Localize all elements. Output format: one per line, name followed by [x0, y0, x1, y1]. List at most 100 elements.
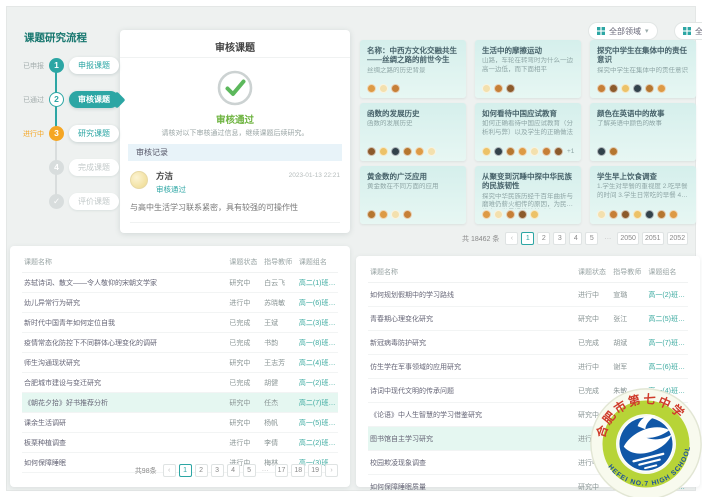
- topic-group-link[interactable]: 高一(7)班202…: [646, 331, 688, 355]
- next-page-button[interactable]: ›: [325, 464, 338, 477]
- topic-card[interactable]: 颜色在英语中的故事了解英语中颜色的故事: [590, 103, 696, 161]
- table-row[interactable]: 青春期心理变化研究研究中张江高二(5)班202…: [368, 307, 688, 331]
- topic-card-members: +1: [482, 147, 574, 156]
- table-row[interactable]: 课余生活调研研究中杨帆高一(5)班202…: [22, 413, 338, 433]
- page-button-19[interactable]: 19: [308, 464, 322, 477]
- step-pill-1[interactable]: 申报课题: [69, 57, 119, 74]
- page-button-4[interactable]: 4: [227, 464, 240, 477]
- page-button-2050[interactable]: 2050: [617, 232, 639, 245]
- page-button-5[interactable]: 5: [243, 464, 256, 477]
- page-button-3[interactable]: 3: [553, 232, 566, 245]
- table-row[interactable]: 疫情常态化防控下不同群体心理变化的调研已完成书韵高一(8)班202…: [22, 333, 338, 353]
- topic-group-link[interactable]: 高二(4)班202…: [297, 353, 338, 373]
- topic-name-cell: 诗词中现代文明的传承问题: [368, 379, 576, 403]
- topic-group-link[interactable]: 高一(8)班202…: [297, 333, 338, 353]
- table-row[interactable]: 新时代中国青年如何定位自我已完成王斌高二(3)班202…: [22, 313, 338, 333]
- table-row[interactable]: 板栗种植调查进行中李倩高二(2)班202…: [22, 433, 338, 453]
- step-pill-3[interactable]: 研究课题: [69, 125, 119, 142]
- column-header: 课题组名: [297, 252, 338, 273]
- success-check-icon: [217, 70, 253, 111]
- page-button-2052[interactable]: 2052: [667, 232, 689, 245]
- member-avatar: [367, 147, 376, 156]
- teacher-cell: 谢军: [611, 355, 646, 379]
- member-overflow-count: +1: [567, 148, 574, 155]
- topic-card-members: [367, 147, 439, 156]
- table-header-row: 课题名称课题状态指导教师课题组名: [368, 262, 688, 283]
- topic-group-link[interactable]: 高二(1)班202…: [297, 273, 338, 293]
- member-avatar: [379, 210, 388, 219]
- topic-group-link[interactable]: 高一(6)班202…: [297, 293, 338, 313]
- step-pill-2[interactable]: 审核课题: [69, 91, 119, 108]
- column-header: 课题状态: [227, 252, 262, 273]
- page-button-2051[interactable]: 2051: [642, 232, 664, 245]
- table-row[interactable]: 师生沟通现状研究研究中王志芳高二(4)班202…: [22, 353, 338, 373]
- topic-card[interactable]: 如何看待中国应试教育如何正确看待中国应试教育（分析利与弊）以及学生的正确做法+1: [475, 103, 581, 161]
- pagination-total: 共98条: [135, 466, 157, 476]
- topic-card-desc: 山路，车轮在转弯时为什么一边高一边低，而下面相平: [482, 57, 574, 73]
- topic-group-link[interactable]: 高二(3)班202…: [297, 313, 338, 333]
- member-avatar: [427, 147, 436, 156]
- topic-card[interactable]: 名称：中西方文化交融共生——丝绸之路的前世今生丝绸之路的历史背景: [360, 40, 466, 98]
- topic-card-desc: 丝绸之路的历史背景: [367, 67, 459, 75]
- member-avatar: [609, 147, 618, 156]
- table-row[interactable]: 新冠病毒防护研究已完成胡斌高一(7)班202…: [368, 331, 688, 355]
- table-row[interactable]: 《朝花夕拾》好书推荐分析研究中任杰高二(7)班202…: [22, 393, 338, 413]
- topic-status-cell: 研究中: [227, 353, 262, 373]
- step-pill-4[interactable]: 完成课题: [69, 159, 119, 176]
- member-avatar: [403, 210, 412, 219]
- page-button-1[interactable]: 1: [521, 232, 534, 245]
- topic-group-link[interactable]: 高二(5)班202…: [646, 307, 688, 331]
- column-header: 课题名称: [368, 262, 576, 283]
- member-avatar: [554, 147, 563, 156]
- page-button-3[interactable]: 3: [211, 464, 224, 477]
- topic-name-cell: 新冠病毒防护研究: [368, 331, 576, 355]
- member-avatar: [506, 210, 515, 219]
- table-row[interactable]: 幼儿异常行为研究进行中苏晓敏高一(6)班202…: [22, 293, 338, 313]
- page-button-1[interactable]: 1: [179, 464, 192, 477]
- topic-card[interactable]: 从聚变到沉睡中探中华民族的民族韧性探究中华民族历经千百年曲折与磨难仍薪火相传的原…: [475, 166, 581, 224]
- status-filter-dropdown[interactable]: 全部: [674, 22, 702, 40]
- topic-status-cell: 进行中: [576, 355, 611, 379]
- topic-status-cell: 进行中: [576, 283, 611, 307]
- teacher-cell: 胡斌: [611, 331, 646, 355]
- page-button-18[interactable]: 18: [291, 464, 305, 477]
- table-row[interactable]: 如何规划假期中的学习路线进行中宣璐高一(2)班202…: [368, 283, 688, 307]
- table-left-pagination: 共98条‹12345…171819›: [135, 464, 338, 477]
- teacher-cell: 王斌: [262, 313, 297, 333]
- page-button-5[interactable]: 5: [585, 232, 598, 245]
- member-avatar: [645, 84, 654, 93]
- domain-filter-dropdown[interactable]: 全部领域 ▾: [588, 22, 658, 40]
- review-status-desc: 请核对以下审核通过信息，继续课题后续研究。: [120, 128, 350, 138]
- member-avatar: [621, 84, 630, 93]
- teacher-cell: 王志芳: [262, 353, 297, 373]
- topic-status-cell: 研究中: [576, 307, 611, 331]
- page-button-2[interactable]: 2: [195, 464, 208, 477]
- topic-group-link[interactable]: 高一(2)班202…: [646, 283, 688, 307]
- topic-card[interactable]: 学生早上饮食调查1.学生对早餐的重视度 2.吃早餐的时间 3.学生日常吃的早餐 …: [590, 166, 696, 224]
- prev-page-button[interactable]: ‹: [505, 232, 518, 245]
- step-pill-5[interactable]: 评价课题: [69, 193, 119, 210]
- prev-page-button[interactable]: ‹: [163, 464, 176, 477]
- page-button-4[interactable]: 4: [569, 232, 582, 245]
- member-avatar: [379, 147, 388, 156]
- topic-card[interactable]: 探究中学生在集体中的责任意识探究中学生在集体中的责任意识: [590, 40, 696, 98]
- table-row[interactable]: 合肥城市建设与变迁研究已完成胡健高一(2)班202…: [22, 373, 338, 393]
- page-button-2[interactable]: 2: [537, 232, 550, 245]
- member-avatar: [367, 210, 376, 219]
- topic-card-members: [597, 84, 669, 93]
- member-avatar: [633, 210, 642, 219]
- topic-card[interactable]: 黄金数的广泛应用黄金数在不同方面的应用: [360, 166, 466, 224]
- workflow-steps: 已申报1申报课题已通过2审核课题进行中3研究课题4完成课题✓评价课题: [0, 0, 130, 230]
- grid-icon: [683, 27, 691, 35]
- member-avatar: [391, 147, 400, 156]
- table-row[interactable]: 仿生学在军事领域的应用研究进行中谢军高二(6)班202…: [368, 355, 688, 379]
- topic-card[interactable]: 生活中的摩擦运动山路，车轮在转弯时为什么一边高一边低，而下面相平: [475, 40, 581, 98]
- topic-group-link[interactable]: 高二(2)班202…: [297, 433, 338, 453]
- page-button-17[interactable]: 17: [275, 464, 289, 477]
- topic-group-link[interactable]: 高二(7)班202…: [297, 393, 338, 413]
- grid-icon: [597, 27, 605, 35]
- topic-card[interactable]: 函数的发展历史函数的发展历史: [360, 103, 466, 161]
- topic-group-link[interactable]: 高一(2)班202…: [297, 373, 338, 393]
- table-row[interactable]: 苏轼诗词、散文——令人敬仰的宋朝文学家研究中白云飞高二(1)班202…: [22, 273, 338, 293]
- topic-group-link[interactable]: 高一(5)班202…: [297, 413, 338, 433]
